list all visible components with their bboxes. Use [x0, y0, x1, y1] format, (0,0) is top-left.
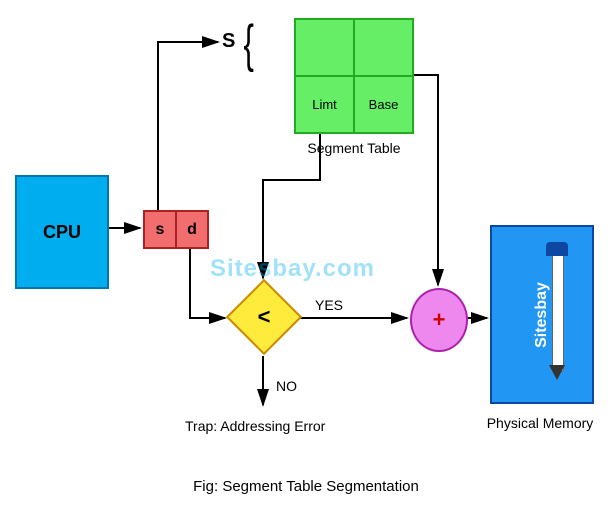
watermark: Sitesbay.com: [210, 255, 375, 283]
segment-table-row: Limt Base: [294, 77, 414, 134]
limit-header: Limt: [294, 75, 355, 134]
compare-decision: [226, 279, 302, 355]
segment-table-row: [294, 18, 414, 77]
adder-node: +: [410, 288, 468, 352]
cpu-block: CPU: [15, 175, 109, 289]
adder-op: +: [433, 307, 446, 333]
selector-label: S: [222, 30, 235, 53]
segment-table-cell: [353, 18, 414, 77]
diagram-canvas: CPU s d S { Limt Base Segment Table < YE…: [0, 0, 612, 515]
physmem-brand: Sitesbay: [533, 282, 551, 348]
no-label: NO: [276, 378, 297, 394]
pen-icon: [552, 250, 564, 372]
pen-tip-icon: [549, 365, 565, 380]
pen-cap-icon: [546, 242, 568, 256]
figure-caption: Fig: Segment Table Segmentation: [0, 478, 612, 495]
cpu-label: CPU: [43, 222, 81, 243]
trap-label: Trap: Addressing Error: [185, 418, 325, 434]
yes-label: YES: [315, 297, 343, 313]
segment-table-cell: [294, 18, 355, 77]
brace-icon: {: [243, 18, 253, 70]
physical-memory: Sitesbay: [490, 225, 594, 404]
segment-cell: s: [143, 210, 177, 249]
physical-memory-label: Physical Memory: [480, 415, 600, 431]
base-header: Base: [353, 75, 414, 134]
segment-table: Limt Base: [294, 18, 414, 134]
offset-cell: d: [175, 210, 209, 249]
logical-address: s d: [143, 210, 209, 249]
segment-table-label: Segment Table: [294, 140, 414, 156]
